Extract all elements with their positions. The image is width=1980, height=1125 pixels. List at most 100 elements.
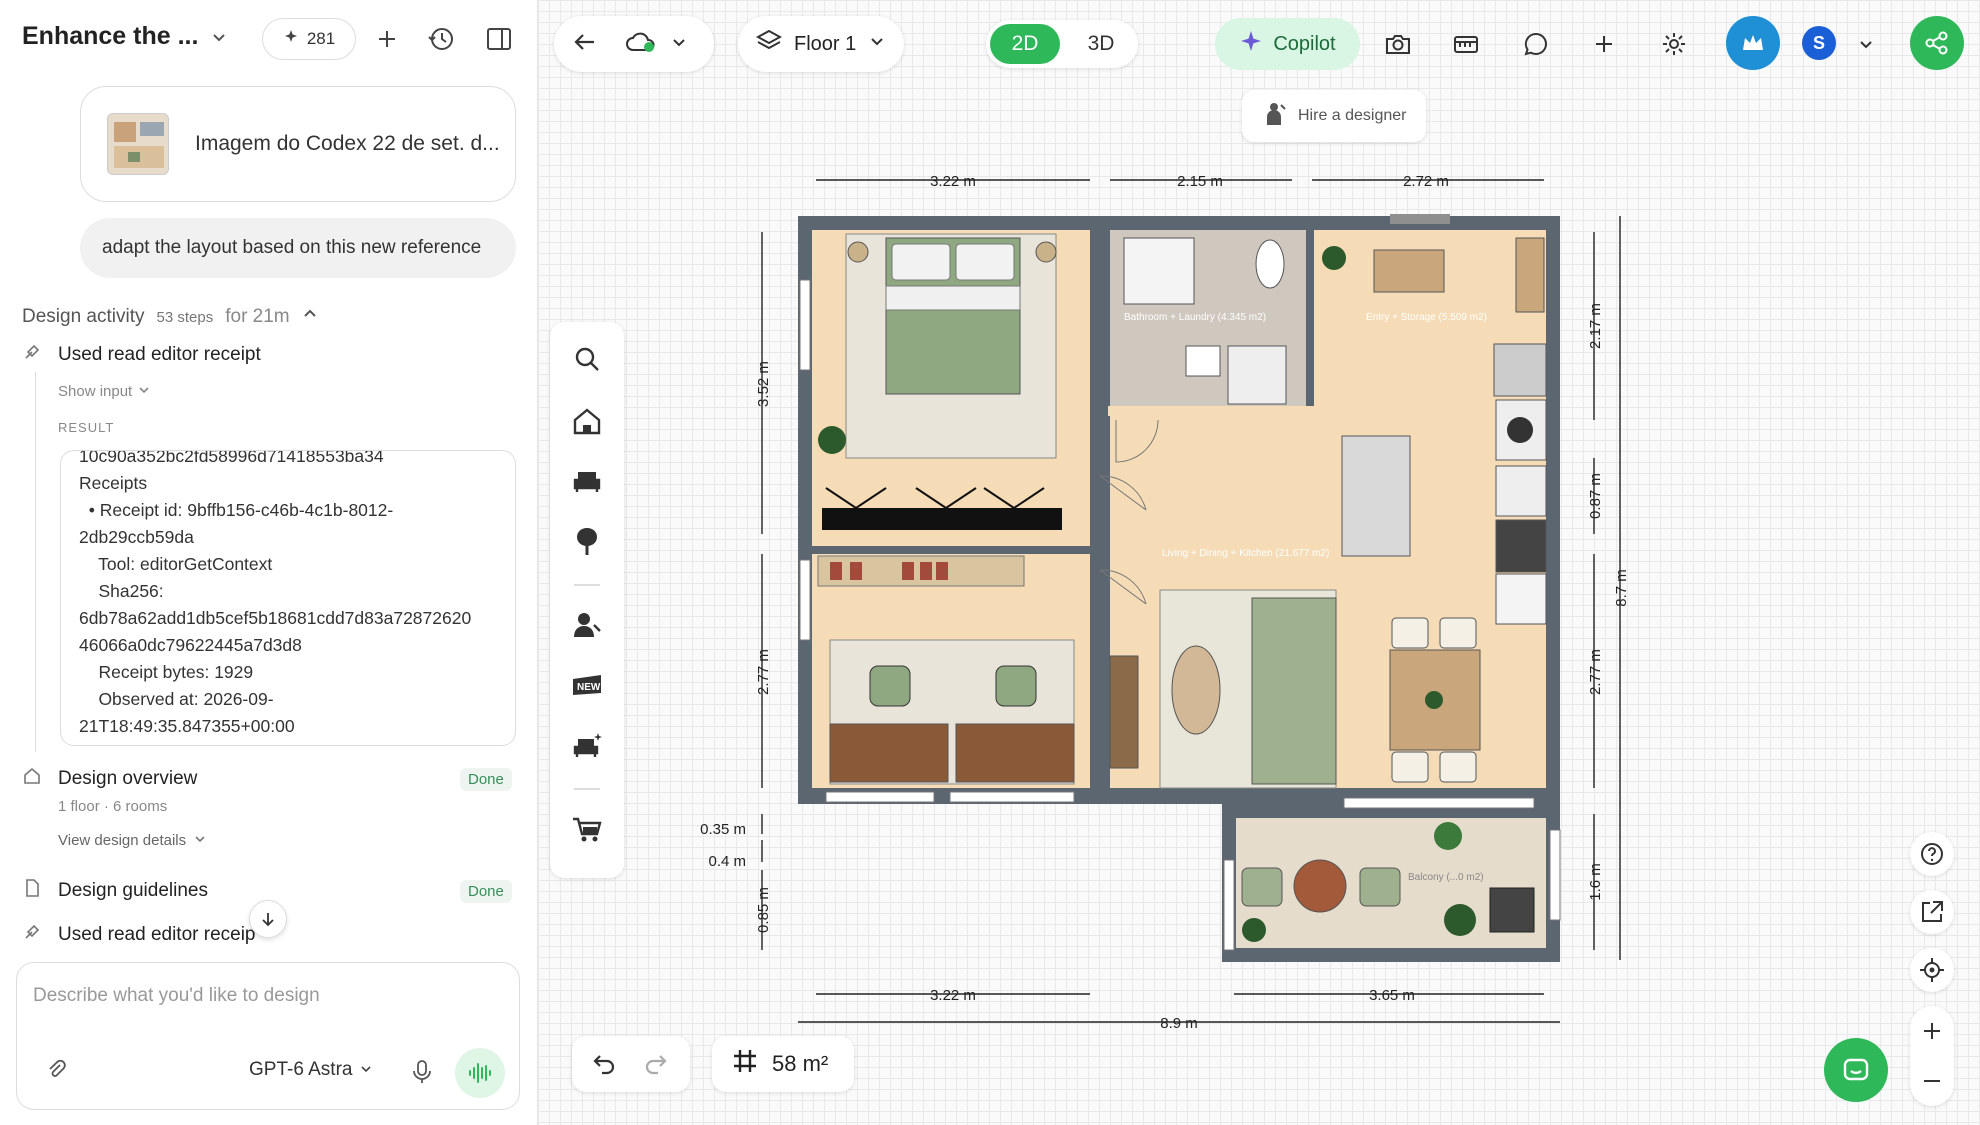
window[interactable] — [799, 559, 811, 641]
desk-chair[interactable] — [869, 665, 911, 707]
plant-icon[interactable] — [1322, 246, 1346, 270]
dining-chair[interactable] — [1439, 617, 1477, 649]
plant-icon[interactable] — [1425, 691, 1443, 709]
chevron-down-icon[interactable] — [1844, 22, 1888, 66]
desk[interactable] — [829, 723, 949, 783]
search-icon[interactable] — [566, 338, 608, 380]
plant-icon[interactable] — [1444, 904, 1476, 936]
history-icon[interactable] — [424, 22, 458, 56]
model-selector[interactable]: GPT-6 Astra — [249, 1059, 372, 1081]
add-icon[interactable] — [1582, 22, 1626, 66]
step-design-overview[interactable]: Design overview — [22, 766, 197, 792]
counter[interactable] — [1493, 343, 1547, 397]
oven[interactable] — [1495, 519, 1547, 573]
hire-designer-button[interactable]: Hire a designer — [1242, 90, 1426, 142]
cloud-saved-icon[interactable] — [624, 29, 658, 60]
dining-chair[interactable] — [1391, 751, 1429, 783]
credits-pill[interactable]: 281 — [262, 18, 356, 60]
step-design-guidelines[interactable]: Design guidelines — [22, 878, 208, 904]
prompt-composer[interactable]: Describe what you'd like to design GPT-6… — [16, 962, 520, 1110]
window[interactable] — [825, 791, 935, 803]
window[interactable] — [799, 279, 811, 371]
undo-icon[interactable] — [590, 1051, 616, 1082]
support-chat-button[interactable] — [1824, 1038, 1888, 1102]
shoe-cabinet[interactable] — [1515, 237, 1545, 313]
balcony-table[interactable] — [1293, 859, 1347, 913]
window[interactable] — [1223, 859, 1235, 951]
design-activity-header[interactable]: Design activity 53 steps for 21m — [22, 306, 318, 328]
export-icon[interactable] — [1910, 890, 1954, 934]
view-3d-button[interactable]: 3D — [1068, 24, 1134, 64]
washing-machine[interactable] — [1227, 345, 1287, 405]
chevron-down-icon[interactable] — [208, 26, 230, 48]
new-items-icon[interactable]: NEW — [566, 664, 608, 706]
wardrobe[interactable] — [822, 508, 1062, 530]
floor-selector[interactable]: Floor 1 — [738, 16, 904, 72]
project-title[interactable]: Enhance the ... — [22, 22, 198, 51]
fridge[interactable] — [1495, 573, 1547, 625]
view-design-details[interactable]: View design details — [58, 832, 206, 849]
sink[interactable] — [1185, 345, 1221, 377]
shower[interactable] — [1123, 237, 1195, 305]
attach-icon[interactable] — [39, 1053, 73, 1087]
counter[interactable] — [1495, 465, 1547, 517]
floor-plan[interactable]: Bathroom + Laundry (4.345 m2) Entry + St… — [538, 0, 1980, 1125]
area-readout[interactable]: 58 m² — [712, 1036, 854, 1092]
camera-icon[interactable] — [1376, 22, 1420, 66]
zoom-in-icon[interactable] — [1921, 1020, 1943, 1047]
copilot-button[interactable]: Copilot — [1215, 18, 1360, 70]
furniture-icon[interactable] — [566, 460, 608, 502]
balcony-door[interactable] — [1343, 797, 1535, 809]
new-chat-button[interactable] — [370, 22, 404, 56]
view-2d-button[interactable]: 2D — [990, 24, 1060, 64]
coffee-table[interactable] — [1171, 645, 1221, 735]
plant-icon[interactable] — [1242, 918, 1266, 942]
dining-chair[interactable] — [1439, 751, 1477, 783]
plant-icon[interactable] — [818, 426, 846, 454]
chevron-down-icon[interactable] — [670, 33, 688, 56]
balcony-chair[interactable] — [1241, 867, 1283, 907]
user-avatar[interactable]: S — [1802, 26, 1836, 60]
voice-mode-button[interactable] — [455, 1048, 505, 1098]
prompt-input[interactable]: Describe what you'd like to design — [33, 985, 320, 1007]
comment-icon[interactable] — [1514, 22, 1558, 66]
back-arrow-icon[interactable] — [572, 31, 598, 58]
share-button[interactable] — [1910, 16, 1964, 70]
nightstand-lamp[interactable] — [1035, 241, 1057, 263]
reference-attachment[interactable]: Imagem do Codex 22 de set. d... — [80, 86, 516, 202]
help-icon[interactable] — [1910, 832, 1954, 876]
step-read-receipt-2[interactable]: Used read editor receip — [22, 922, 256, 948]
window[interactable] — [1549, 829, 1561, 921]
toilet[interactable] — [1255, 239, 1285, 289]
microphone-icon[interactable] — [405, 1055, 439, 1089]
house-icon[interactable] — [566, 400, 608, 442]
balcony-chair[interactable] — [1359, 867, 1401, 907]
plant-icon[interactable] — [1434, 822, 1462, 850]
redo-icon[interactable] — [644, 1051, 670, 1082]
planter[interactable] — [1489, 887, 1535, 933]
settings-gear-icon[interactable] — [1652, 22, 1696, 66]
tv-stand[interactable] — [1109, 655, 1139, 769]
dining-chair[interactable] — [1391, 617, 1429, 649]
people-icon[interactable] — [566, 604, 608, 646]
front-door[interactable] — [1390, 214, 1450, 224]
show-input-toggle[interactable]: Show input — [58, 383, 150, 400]
ai-furniture-icon[interactable] — [566, 724, 608, 766]
step-read-receipt[interactable]: Used read editor receipt — [22, 342, 261, 368]
locate-icon[interactable] — [1910, 948, 1954, 992]
shopping-cart-icon[interactable] — [566, 808, 608, 850]
window[interactable] — [949, 791, 1075, 803]
ruler-icon[interactable] — [1444, 22, 1488, 66]
bench[interactable] — [1373, 249, 1445, 293]
sofa[interactable] — [1251, 597, 1337, 785]
desk-chair[interactable] — [995, 665, 1037, 707]
kitchen-island[interactable] — [1341, 435, 1411, 557]
design-canvas[interactable]: Bathroom + Laundry (4.345 m2) Entry + St… — [538, 0, 1980, 1125]
toggle-panel-icon[interactable] — [482, 22, 516, 56]
tree-icon[interactable] — [566, 520, 608, 562]
desk[interactable] — [955, 723, 1075, 783]
scroll-down-button[interactable] — [249, 900, 287, 938]
zoom-out-icon[interactable] — [1921, 1070, 1943, 1097]
nightstand-lamp[interactable] — [847, 241, 869, 263]
premium-crown-button[interactable] — [1726, 16, 1780, 70]
